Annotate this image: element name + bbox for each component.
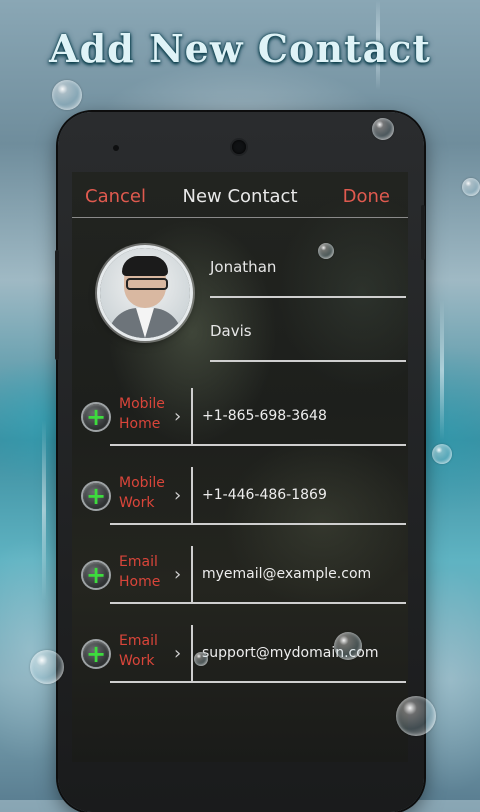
top-bar: Cancel New Contact Done xyxy=(72,172,408,218)
chevron-right-icon[interactable]: › xyxy=(174,408,184,428)
first-name-field[interactable]: Jonathan xyxy=(210,258,406,298)
water-bubble xyxy=(52,80,82,110)
chevron-right-icon[interactable]: › xyxy=(174,487,184,507)
last-name-field[interactable]: Davis xyxy=(210,322,406,362)
front-camera xyxy=(232,140,246,154)
phone-side-button xyxy=(421,205,425,260)
promo-headline: Add New Contact xyxy=(49,26,431,71)
water-bubble xyxy=(334,632,362,660)
phone-side-button xyxy=(55,250,59,360)
divider xyxy=(191,625,193,681)
field-type-label[interactable]: Email Home xyxy=(119,552,175,592)
divider xyxy=(110,444,406,446)
plus-icon[interactable]: + xyxy=(83,641,109,667)
phone-input[interactable]: +1-446-486-1869 xyxy=(202,487,327,503)
water-bubble xyxy=(372,118,394,140)
proximity-sensor xyxy=(113,145,119,151)
divider xyxy=(191,467,193,523)
field-row-mobile-work: + Mobile Work › +1-446-486-1869 xyxy=(72,461,408,537)
chevron-right-icon[interactable]: › xyxy=(174,566,184,586)
plus-icon[interactable]: + xyxy=(83,562,109,588)
divider xyxy=(191,388,193,444)
plus-icon[interactable]: + xyxy=(83,404,109,430)
phone-input[interactable]: +1-865-698-3648 xyxy=(202,408,327,424)
water-bubble xyxy=(30,650,64,684)
contact-photo[interactable] xyxy=(100,248,190,338)
water-streak xyxy=(440,300,444,440)
email-input[interactable]: myemail@example.com xyxy=(202,566,371,582)
contact-editor-screen: Cancel New Contact Done Jonathan Davis +… xyxy=(72,172,408,762)
water-bubble xyxy=(462,178,480,196)
field-row-email-home: + Email Home › myemail@example.com xyxy=(72,540,408,616)
water-bubble xyxy=(318,243,334,259)
field-type-label[interactable]: Email Work xyxy=(119,631,175,671)
divider xyxy=(110,523,406,525)
water-bubble xyxy=(194,652,208,666)
first-name-value: Jonathan xyxy=(210,258,277,276)
avatar-glasses xyxy=(126,278,168,290)
water-bubble xyxy=(432,444,452,464)
last-name-value: Davis xyxy=(210,322,252,340)
water-streak xyxy=(42,420,46,600)
last-name-underline xyxy=(210,360,406,362)
done-button[interactable]: Done xyxy=(343,186,390,207)
avatar-hair xyxy=(122,256,168,276)
field-type-label[interactable]: Mobile Work xyxy=(119,473,175,513)
first-name-underline xyxy=(210,296,406,298)
field-type-label[interactable]: Mobile Home xyxy=(119,394,175,434)
divider xyxy=(110,602,406,604)
plus-icon[interactable]: + xyxy=(83,483,109,509)
chevron-right-icon[interactable]: › xyxy=(174,645,184,665)
divider xyxy=(191,546,193,602)
field-row-email-work: + Email Work › support@mydomain.com xyxy=(72,619,408,695)
divider xyxy=(72,217,408,218)
water-bubble xyxy=(396,696,436,736)
divider xyxy=(110,681,406,683)
field-row-mobile-home: + Mobile Home › +1-865-698-3648 xyxy=(72,382,408,458)
